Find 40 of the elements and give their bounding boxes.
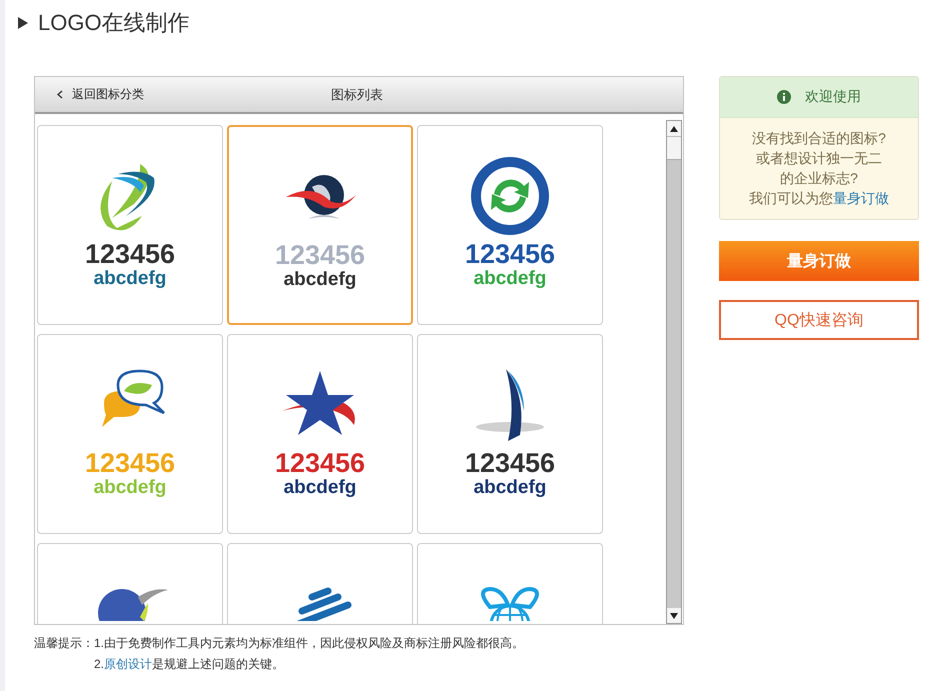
logo-number-text: 123456 bbox=[464, 240, 556, 268]
up-arrow-icon bbox=[670, 126, 678, 132]
custom-design-link[interactable]: 量身订做 bbox=[833, 190, 889, 206]
info-icon bbox=[777, 90, 791, 104]
original-design-link[interactable]: 原创设计 bbox=[104, 657, 152, 671]
logo-template-card[interactable]: 123456 abcdefg bbox=[417, 334, 603, 534]
qq-consult-button[interactable]: QQ快速咨询 bbox=[719, 300, 919, 340]
triangle-icon bbox=[18, 17, 28, 29]
logo-letters-text: abcdefg bbox=[474, 268, 546, 290]
logo-template-card[interactable]: 123456 abcdefg bbox=[37, 125, 223, 325]
logo-template-card[interactable]: 123456 abcdefg bbox=[227, 334, 413, 534]
welcome-title: 欢迎使用 bbox=[805, 88, 861, 106]
back-link[interactable]: 返回图标分类 bbox=[57, 86, 144, 103]
logo-number-text: 123456 bbox=[84, 240, 176, 268]
welcome-text: 没有找到合适的图标? bbox=[751, 129, 887, 148]
welcome-text: 或者想设计独一无二 bbox=[755, 149, 883, 168]
tip-text: 2.原创设计是规避上述问题的关键。 bbox=[94, 656, 286, 673]
scroll-up-button[interactable] bbox=[667, 121, 681, 136]
logo-number-text: 123456 bbox=[464, 449, 556, 477]
tip-text: 1.由于免费制作工具内元素均为标准组件，因此侵权风险及商标注册风险都很高。 bbox=[94, 635, 524, 652]
tips-label: 温馨提示： bbox=[34, 635, 94, 652]
welcome-text: 我们可以为您量身订做 bbox=[748, 189, 890, 208]
logo-number-text: 123456 bbox=[84, 449, 176, 477]
page-title: LOGO在线制作 bbox=[38, 9, 190, 37]
logo-letters-text: abcdefg bbox=[94, 477, 166, 499]
panel-title: 图标列表 bbox=[331, 86, 383, 104]
logo-letters-text: abcdefg bbox=[284, 477, 356, 499]
scrollbar[interactable] bbox=[666, 120, 682, 624]
logo-letters-text: abcdefg bbox=[474, 477, 546, 499]
logo-template-card[interactable]: 123456 abcdefg bbox=[417, 125, 603, 325]
logo-number-text: 123456 bbox=[274, 449, 366, 477]
down-arrow-icon bbox=[670, 612, 678, 618]
logo-template-card[interactable]: 123456 abcdefg bbox=[227, 125, 413, 325]
logo-letters-text: abcdefg bbox=[284, 269, 356, 291]
logo-letters-text: abcdefg bbox=[94, 268, 166, 290]
scroll-thumb[interactable] bbox=[667, 136, 681, 160]
logo-number-text: 123456 bbox=[274, 241, 366, 269]
scroll-down-button[interactable] bbox=[667, 608, 681, 623]
chevron-left-icon bbox=[57, 90, 63, 99]
welcome-text: 的企业标志? bbox=[779, 169, 859, 188]
